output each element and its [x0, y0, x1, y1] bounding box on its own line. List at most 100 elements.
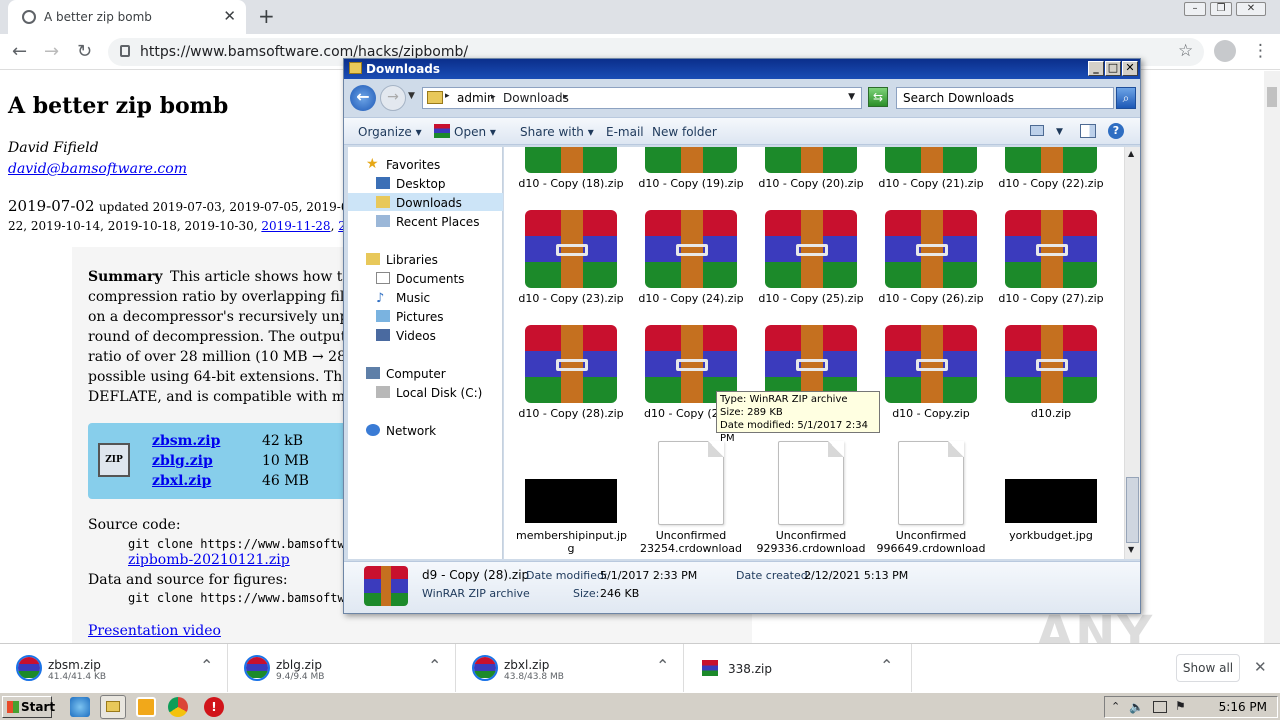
file-item[interactable]: d10 - Copy (24).zip [636, 210, 746, 305]
nav-desktop[interactable]: Desktop [396, 177, 446, 191]
forward-icon[interactable]: → [44, 41, 59, 62]
alert-icon[interactable]: ! [204, 697, 224, 717]
scrollbar-thumb[interactable] [1126, 477, 1139, 543]
file-item[interactable]: d10 - Copy (21).zip [876, 147, 986, 190]
file-item[interactable]: d10 - Copy (25).zip [756, 210, 866, 305]
zbxl-link[interactable]: zbxl.zip [152, 473, 211, 489]
nav-libraries[interactable]: Libraries [386, 253, 438, 267]
chevron-up-icon[interactable]: ⌃ [428, 656, 441, 675]
breadcrumb-downloads[interactable]: Downloads [503, 91, 569, 105]
back-icon[interactable]: ← [350, 85, 376, 111]
scroll-up-icon[interactable]: ▲ [1128, 149, 1134, 158]
minimize-button[interactable]: – [1184, 2, 1206, 16]
close-shelf-icon[interactable]: ✕ [1254, 658, 1267, 676]
close-button[interactable]: ✕ [1122, 61, 1138, 76]
nav-recent-places[interactable]: Recent Places [396, 215, 479, 229]
view-dropdown-icon[interactable]: ▼ [1056, 127, 1063, 137]
file-list-scrollbar[interactable]: ▲ ▼ [1124, 147, 1140, 559]
tray-expand-icon[interactable]: ⌃ [1111, 700, 1120, 713]
file-item[interactable]: yorkbudget.jpg [996, 441, 1106, 542]
nav-videos[interactable]: Videos [396, 329, 436, 343]
nav-local-disk[interactable]: Local Disk (C:) [396, 386, 482, 400]
chevron-up-icon[interactable]: ⌃ [200, 656, 213, 675]
show-all-button[interactable]: Show all [1176, 654, 1240, 682]
file-item[interactable]: d10 - Copy (18).zip [516, 147, 626, 190]
file-item[interactable]: d10 - Copy (23).zip [516, 210, 626, 305]
file-item[interactable]: Unconfirmed 996649.crdownload [876, 441, 986, 555]
winrar-archive-icon [364, 566, 408, 606]
new-folder-button[interactable]: New folder [652, 125, 717, 139]
preview-pane-icon[interactable] [1080, 124, 1096, 138]
address-dropdown-icon[interactable]: ▼ [848, 92, 855, 102]
nav-music[interactable]: Music [396, 291, 430, 305]
file-item[interactable]: d10 - Copy (27).zip [996, 210, 1106, 305]
file-item[interactable]: Unconfirmed 929336.crdownload [756, 441, 866, 555]
organize-button[interactable]: Organize ▾ [358, 125, 422, 139]
search-input[interactable]: Search Downloads [896, 87, 1114, 109]
breadcrumb-admin[interactable]: admin [457, 91, 495, 105]
presentation-video-link[interactable]: Presentation video [88, 623, 221, 639]
date-link[interactable]: 2019-11-28 [261, 219, 330, 233]
zbsm-link[interactable]: zbsm.zip [152, 433, 220, 449]
back-icon[interactable]: ← [12, 41, 27, 62]
minimize-button[interactable]: _ [1088, 61, 1104, 76]
close-tab-icon[interactable]: ✕ [223, 7, 236, 25]
clock[interactable]: 5:16 PM [1219, 700, 1267, 714]
chevron-up-icon[interactable]: ⌃ [880, 656, 893, 675]
bookmark-star-icon[interactable]: ☆ [1178, 41, 1193, 61]
scroll-down-icon[interactable]: ▼ [1128, 545, 1134, 554]
profile-avatar[interactable] [1214, 40, 1236, 62]
menu-icon[interactable]: ⋮ [1252, 41, 1269, 61]
chevron-up-icon[interactable]: ⌃ [656, 656, 669, 675]
media-player-icon[interactable] [136, 697, 156, 717]
file-item[interactable]: d10 - Copy (26).zip [876, 210, 986, 305]
start-button[interactable]: Start [2, 696, 55, 718]
open-button[interactable]: Open ▾ [454, 125, 496, 139]
nav-pictures[interactable]: Pictures [396, 310, 444, 324]
forward-icon[interactable]: → [380, 85, 406, 111]
search-icon[interactable]: ⌕ [1116, 87, 1136, 109]
file-item[interactable]: d10 - Copy (19).zip [636, 147, 746, 190]
download-item[interactable]: zbxl.zip 43.8/43.8 MB ⌃ [456, 644, 684, 693]
explorer-titlebar[interactable]: Downloads _ □ ✕ [344, 59, 1140, 79]
nav-downloads[interactable]: Downloads [396, 196, 462, 210]
view-icon[interactable] [1030, 125, 1044, 136]
refresh-icon[interactable]: ⇆ [868, 87, 888, 107]
file-item[interactable]: d10 - Copy (22).zip [996, 147, 1106, 190]
file-item[interactable]: d10 - Copy (20).zip [756, 147, 866, 190]
reload-icon[interactable]: ↻ [77, 41, 92, 62]
ie-icon[interactable] [70, 697, 90, 717]
file-item[interactable]: d10.zip [996, 325, 1106, 420]
download-item[interactable]: zblg.zip 9.4/9.4 MB ⌃ [228, 644, 456, 693]
nav-computer[interactable]: Computer [386, 367, 446, 381]
zblg-link[interactable]: zblg.zip [152, 453, 213, 469]
page-scrollbar[interactable] [1264, 71, 1280, 643]
share-with-button[interactable]: Share with ▾ [520, 125, 594, 139]
browser-tab[interactable]: A better zip bomb ✕ [8, 0, 246, 34]
nav-favorites[interactable]: Favorites [386, 158, 440, 172]
download-item[interactable]: zbsm.zip 41.4/41.4 KB ⌃ [0, 644, 228, 693]
nav-network[interactable]: Network [386, 424, 436, 438]
file-item[interactable]: d10 - Copy (28).zip [516, 325, 626, 420]
file-item[interactable]: membershipinput.jp g [516, 441, 627, 555]
network-tray-icon[interactable] [1153, 701, 1167, 713]
author-email-link[interactable]: david@bamsoftware.com [8, 161, 187, 177]
modified-label: Date modified: [526, 569, 608, 582]
source-zip-link[interactable]: zipbomb-20210121.zip [128, 552, 290, 568]
file-item[interactable]: d10 - Copy.zip [876, 325, 986, 420]
flag-icon[interactable]: ⚑ [1175, 699, 1186, 713]
history-dropdown-icon[interactable]: ▼ [408, 91, 415, 101]
nav-documents[interactable]: Documents [396, 272, 464, 286]
maximize-button[interactable]: □ [1105, 61, 1121, 76]
file-item[interactable]: Unconfirmed 23254.crdownload [636, 441, 746, 555]
chrome-icon[interactable] [168, 697, 188, 717]
help-icon[interactable]: ? [1108, 123, 1124, 139]
breadcrumb[interactable]: ▸ admin ▸ Downloads ▸ ▼ [422, 87, 862, 109]
download-item[interactable]: 338.zip ⌃ [684, 644, 912, 693]
close-window-button[interactable]: ✕ [1236, 2, 1266, 16]
explorer-taskbar-button[interactable] [100, 695, 126, 719]
email-button[interactable]: E-mail [606, 125, 644, 139]
volume-icon[interactable]: 🔈 [1129, 700, 1144, 714]
new-tab-button[interactable]: + [258, 4, 275, 28]
restore-button[interactable]: ❐ [1210, 2, 1232, 16]
